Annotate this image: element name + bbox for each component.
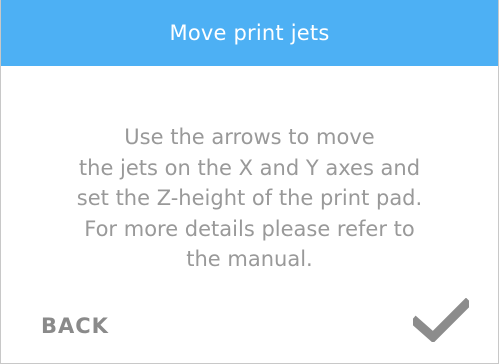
checkmark-icon — [409, 297, 473, 344]
title-bar: Move print jets — [1, 0, 498, 66]
instruction-line: set the Z-height of the print pad. — [76, 186, 423, 210]
confirm-button[interactable] — [409, 297, 473, 344]
instruction-line: the manual. — [186, 247, 313, 271]
instruction-line: the jets on the X and Y axes and — [78, 155, 421, 180]
page-title: Move print jets — [169, 21, 330, 45]
instruction-line: Use the arrows to move — [124, 125, 375, 149]
back-button[interactable]: BACK — [41, 314, 109, 338]
move-print-jets-screen: Move print jets Use the arrows to move t… — [0, 0, 499, 364]
instruction-text: Use the arrows to move the jets on the X… — [21, 122, 478, 275]
instruction-line: For more details please refer to — [84, 216, 415, 241]
